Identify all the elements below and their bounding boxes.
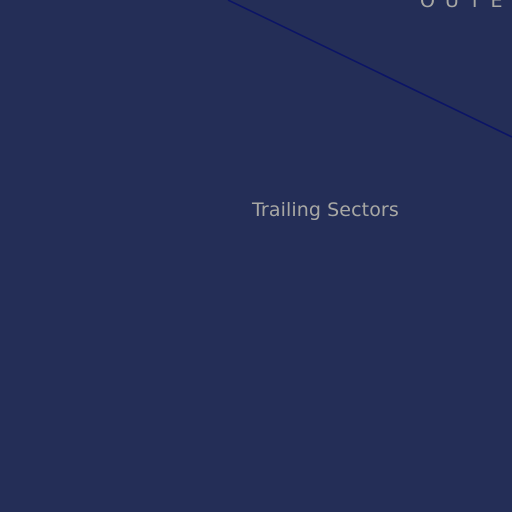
map-route-svg <box>227 0 512 138</box>
region-label: OUTER <box>420 0 512 12</box>
map-canvas[interactable]: OUTER Trailing Sectors <box>0 0 512 512</box>
route-line <box>227 0 512 138</box>
sector-label: Trailing Sectors <box>252 199 399 221</box>
